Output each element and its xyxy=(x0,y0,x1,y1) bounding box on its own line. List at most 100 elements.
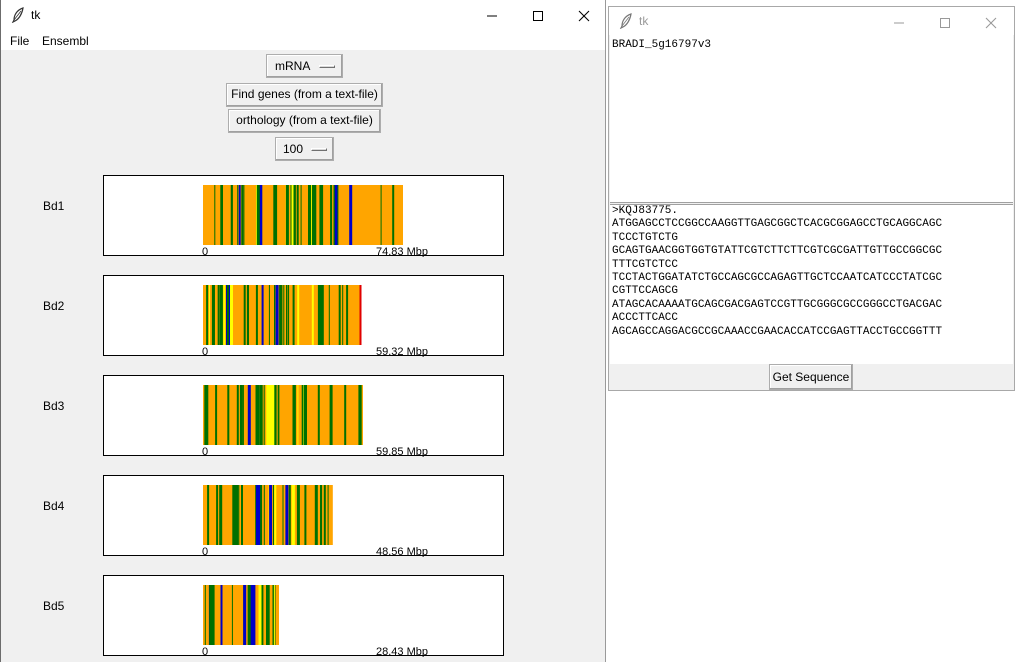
chromosome-canvas[interactable]: 0 48.56 Mbp xyxy=(103,475,504,557)
chromosome-plot: 0 74.83 Mbp xyxy=(202,185,428,257)
sequence-type-select[interactable]: mRNA xyxy=(266,54,343,78)
chromosome-bar xyxy=(203,185,403,245)
end-tick-label: 48.56 Mbp xyxy=(376,546,428,557)
window-size-select[interactable]: 100 xyxy=(275,137,334,161)
gene-stripe xyxy=(255,285,258,345)
gene-stripe xyxy=(209,285,210,345)
gene-stripe xyxy=(274,185,278,245)
sequence-text[interactable]: >KQJ83775. ATGGAGCCTCCGGCCAAGGTTGAGCGGCTC… xyxy=(610,204,1013,364)
chromosome-plot: 0 48.56 Mbp xyxy=(202,485,428,557)
minimize-button[interactable] xyxy=(469,0,515,31)
menu-ensembl[interactable]: Ensembl xyxy=(42,34,89,48)
chromosome-plot: 0 28.43 Mbp xyxy=(202,585,428,657)
gene-stripe xyxy=(346,285,349,345)
gene-stripe xyxy=(241,185,244,245)
window-title: tk xyxy=(31,8,41,22)
gene-stripe xyxy=(285,185,289,245)
gene-stripe xyxy=(226,285,229,345)
sequence-type-value: mRNA xyxy=(275,59,311,73)
chromosome-canvas[interactable]: 0 59.32 Mbp xyxy=(103,275,504,357)
gene-stripe xyxy=(219,285,223,345)
chromosome-label: Bd3 xyxy=(43,399,65,413)
gene-stripe xyxy=(311,285,314,345)
close-button[interactable] xyxy=(968,7,1014,35)
gene-stripe xyxy=(274,485,277,545)
find-genes-button[interactable]: Find genes (from a text-file) xyxy=(226,83,383,107)
gene-stripe xyxy=(330,185,333,245)
gene-stripe xyxy=(204,385,208,445)
gene-stripe xyxy=(268,285,270,345)
gene-stripe xyxy=(242,385,244,445)
gene-stripe xyxy=(238,185,241,245)
gene-stripe xyxy=(291,485,295,545)
maximize-button[interactable] xyxy=(515,0,561,31)
gene-stripe xyxy=(277,385,279,445)
gene-stripe xyxy=(329,385,333,445)
gene-stripe xyxy=(291,185,294,245)
sequence-titlebar[interactable]: tk xyxy=(609,7,1014,35)
gene-stripe xyxy=(212,285,215,345)
gene-stripe xyxy=(282,485,284,545)
gene-stripe xyxy=(300,185,302,245)
minimize-button[interactable] xyxy=(876,7,922,35)
gene-id: BRADI_5g16797v3 xyxy=(612,39,712,51)
tk-feather-icon xyxy=(11,7,24,23)
chromosome-plot: 0 59.85 Mbp xyxy=(202,385,428,457)
main-titlebar[interactable]: tk xyxy=(1,0,605,31)
maximize-icon xyxy=(533,11,543,21)
gene-stripe xyxy=(259,385,263,445)
chromosome-canvas[interactable]: 0 28.43 Mbp xyxy=(103,575,504,657)
start-tick-label: 0 xyxy=(202,646,208,657)
sequence-line: TCCTACTGGATATCTGCCAGCGCCAGAGTTGCTCCAATCA… xyxy=(612,272,943,285)
sequence-line: TTTCGTCTCC xyxy=(612,258,679,271)
gene-stripe xyxy=(313,185,317,245)
gene-stripe xyxy=(238,485,240,545)
gene-stripe xyxy=(266,585,269,645)
gene-stripe xyxy=(288,285,290,345)
chromosome-plot: 0 59.32 Mbp xyxy=(202,285,428,357)
start-tick-label: 0 xyxy=(202,546,208,557)
gene-stripe xyxy=(257,385,259,445)
gene-stripe xyxy=(262,585,264,645)
minimize-icon xyxy=(894,22,904,24)
chromosome-label: Bd4 xyxy=(43,499,65,513)
gene-stripe xyxy=(232,485,235,545)
chromosome-canvas[interactable]: 0 74.83 Mbp xyxy=(103,175,504,257)
gene-stripe xyxy=(239,385,243,445)
gene-stripe xyxy=(269,485,273,545)
chromosome-canvas[interactable]: 0 59.85 Mbp xyxy=(103,375,504,457)
gene-stripe xyxy=(286,285,287,345)
gene-stripe xyxy=(237,185,239,245)
gene-stripe xyxy=(247,585,251,645)
gene-stripe xyxy=(215,385,218,445)
maximize-button[interactable] xyxy=(922,7,968,35)
gene-stripe xyxy=(236,385,239,445)
gene-stripe xyxy=(220,185,223,245)
minimize-icon xyxy=(487,15,497,17)
option-indicator-icon xyxy=(319,65,335,68)
gene-stripe xyxy=(210,585,213,645)
gene-stripe xyxy=(342,285,344,345)
gene-stripe xyxy=(243,585,247,645)
gene-stripe xyxy=(207,485,210,545)
menu-file[interactable]: File xyxy=(10,34,29,48)
gene-stripe xyxy=(223,285,226,345)
chromosome-bar xyxy=(203,485,333,545)
sequence-line: AGCAGCCAGGACGCCGCAAACCGAACACCATCCGAGTTAC… xyxy=(612,325,943,338)
gene-id-text[interactable]: BRADI_5g16797v3 xyxy=(610,35,1013,203)
orthology-button[interactable]: orthology (from a text-file) xyxy=(228,109,381,133)
gene-stripe xyxy=(217,285,219,345)
gene-stripe xyxy=(297,385,299,445)
end-tick-label: 28.43 Mbp xyxy=(376,646,428,657)
get-sequence-button[interactable]: Get Sequence xyxy=(769,364,853,390)
gene-stripe xyxy=(292,285,295,345)
chromosome-label: Bd5 xyxy=(43,599,65,613)
end-tick-label: 59.85 Mbp xyxy=(376,446,428,457)
gene-stripe xyxy=(323,485,326,545)
chromosome-bar xyxy=(203,385,363,445)
close-button[interactable] xyxy=(561,0,607,31)
gene-stripe xyxy=(320,485,322,545)
gene-stripe xyxy=(256,185,260,245)
gene-stripe xyxy=(274,285,275,345)
gene-stripe xyxy=(243,285,246,345)
